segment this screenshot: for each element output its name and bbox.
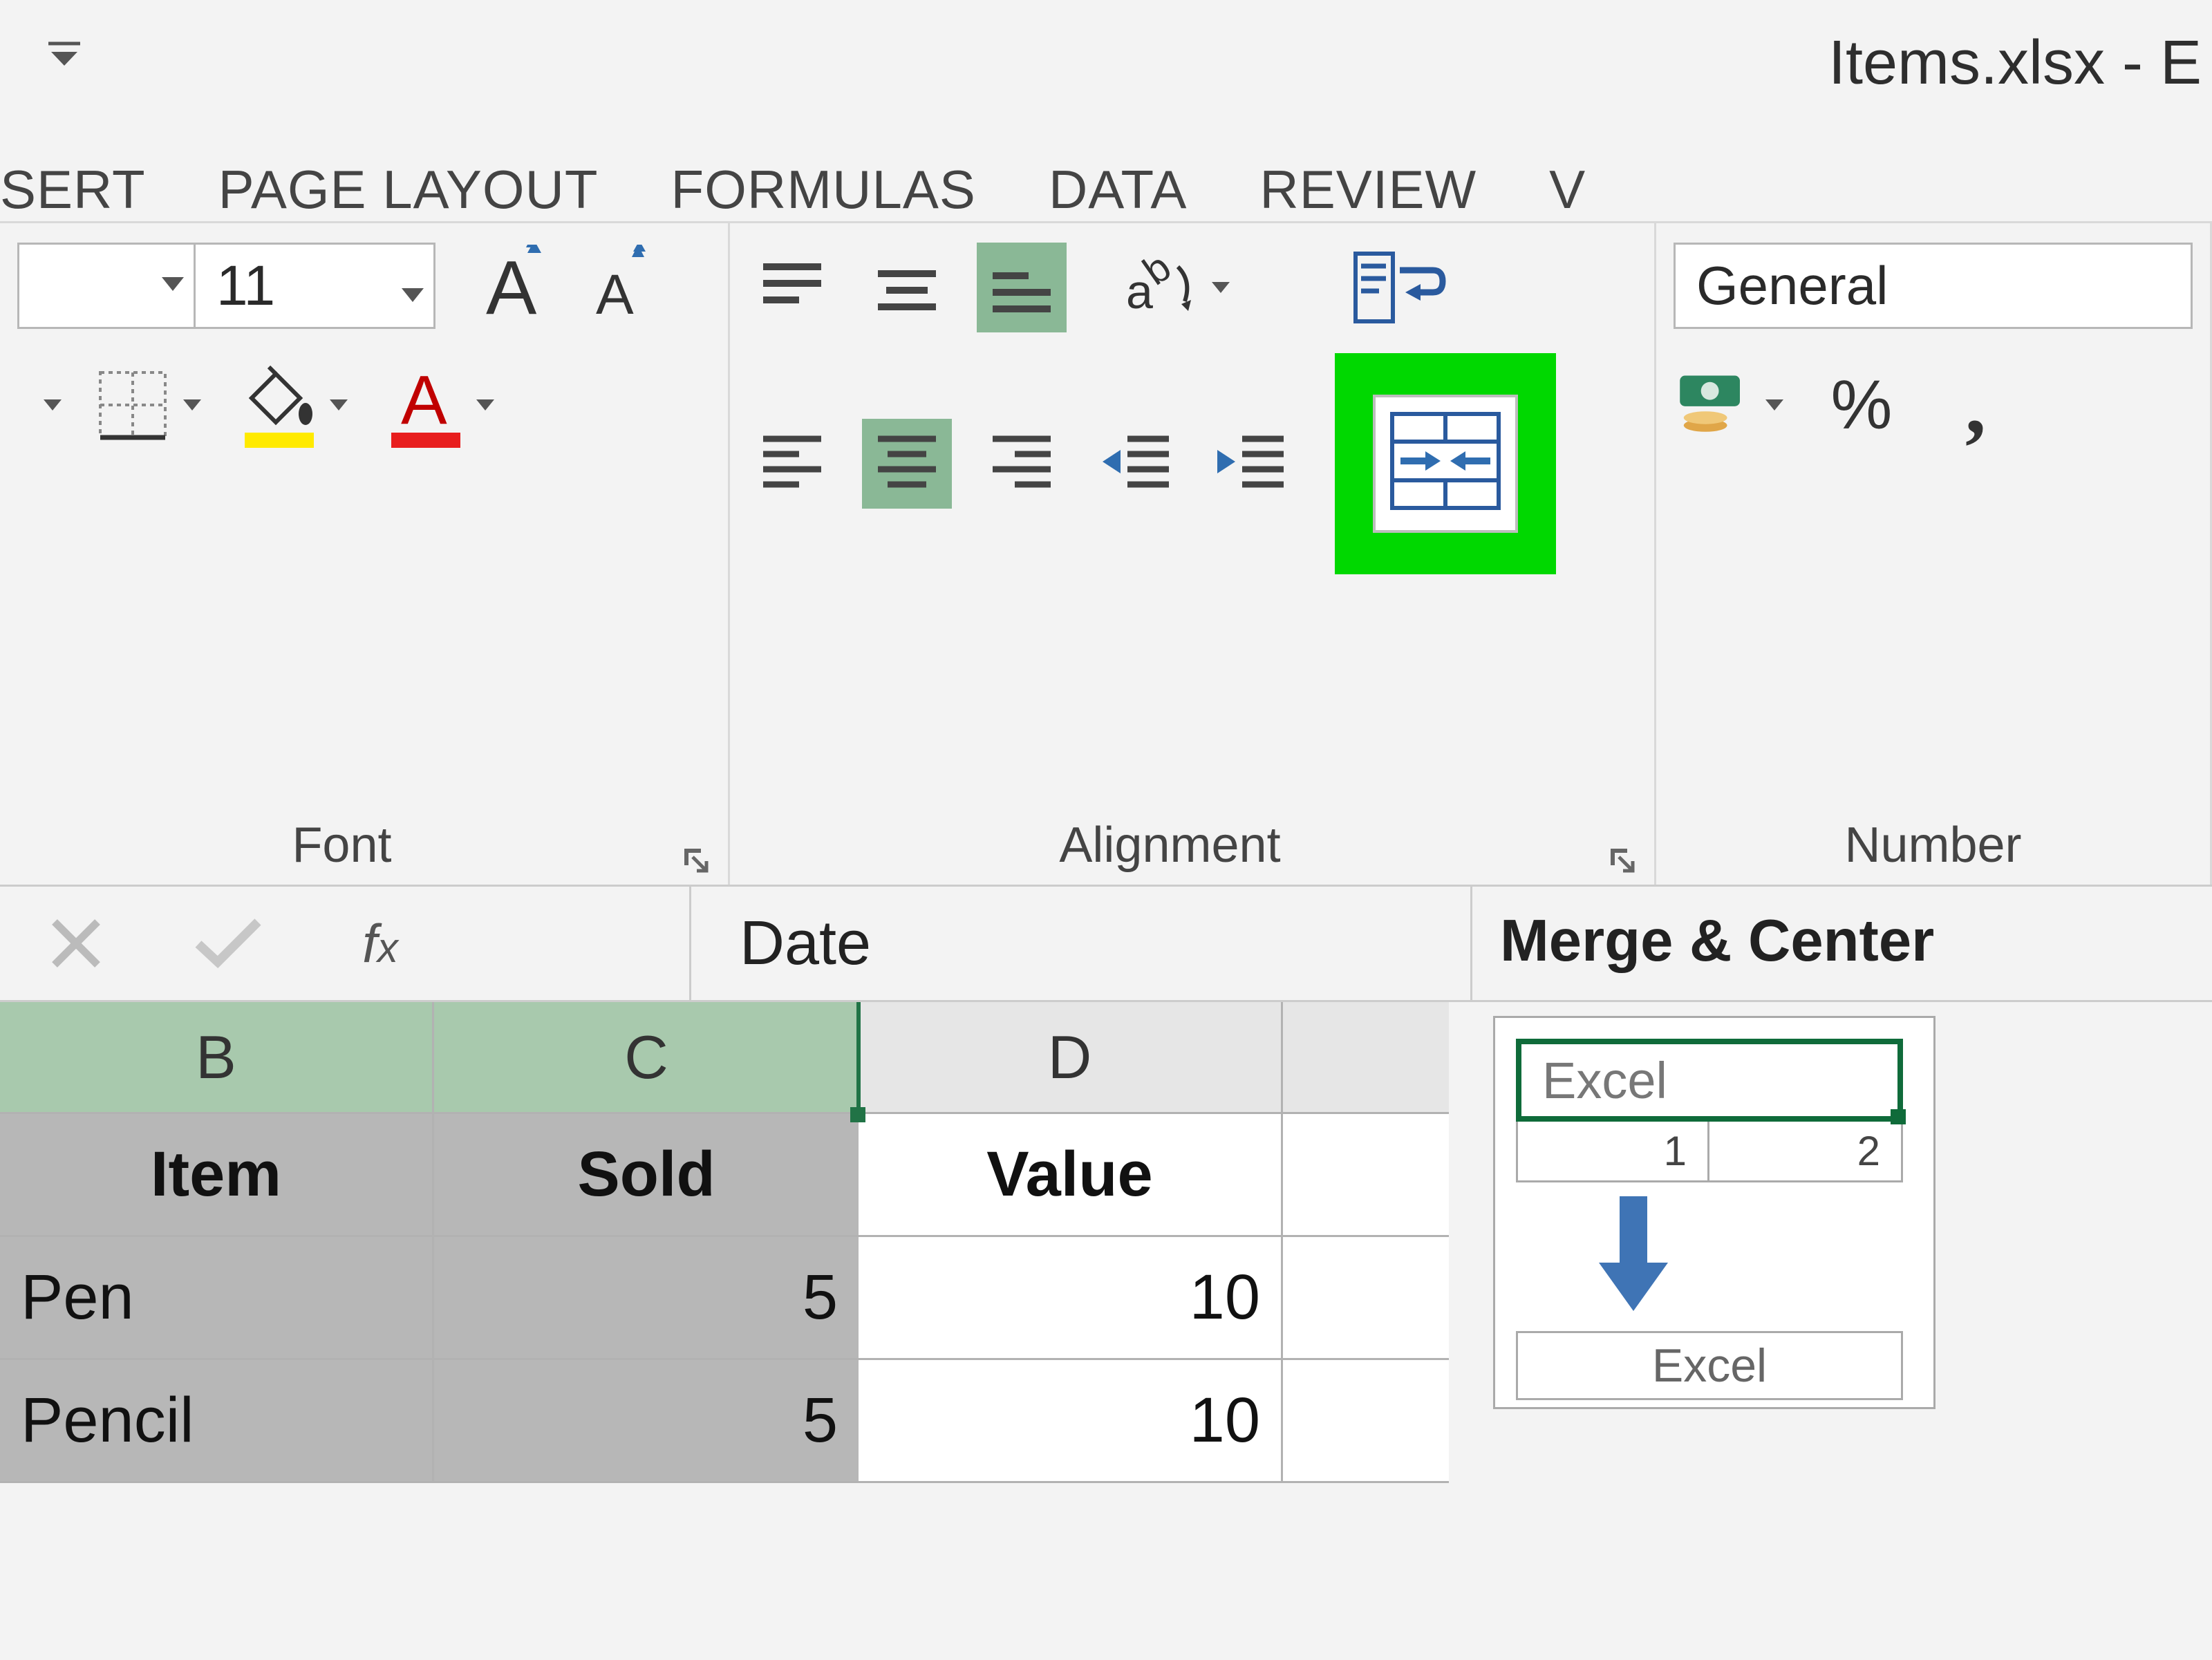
align-center-button[interactable]	[862, 419, 952, 509]
wrap-text-button[interactable]	[1346, 246, 1453, 329]
down-arrow-icon	[1592, 1196, 1913, 1317]
align-right-button[interactable]	[977, 419, 1067, 509]
ribbon-group-font: 11 A A	[0, 223, 730, 885]
cell-e2[interactable]	[1283, 1237, 1449, 1360]
ribbon-group-number: General %	[1656, 223, 2212, 885]
merge-center-button[interactable]	[1335, 353, 1556, 574]
tooltip-subcell-1: 1	[1516, 1122, 1709, 1182]
chevron-down-icon	[400, 254, 425, 319]
tooltip-result-cell: Excel	[1516, 1331, 1903, 1400]
merge-center-icon	[1373, 395, 1518, 533]
quick-access-customize[interactable]	[44, 39, 84, 72]
svg-text:A: A	[596, 263, 634, 326]
font-name-combo[interactable]	[17, 243, 194, 329]
cell-c3[interactable]: 5	[434, 1360, 859, 1483]
cell-c1[interactable]: Sold	[434, 1114, 859, 1237]
decrease-indent-button[interactable]	[1091, 419, 1181, 509]
cell-b3[interactable]: Pencil	[0, 1360, 434, 1483]
number-format-value: General	[1696, 254, 1888, 317]
top-align-button[interactable]	[747, 243, 837, 332]
cancel-edit-button[interactable]	[0, 887, 152, 1000]
formula-bar-value: Date	[740, 908, 871, 979]
svg-text:A: A	[486, 245, 537, 328]
accounting-format-split-button[interactable]	[1674, 357, 1792, 453]
borders-split-button[interactable]	[91, 357, 210, 453]
tab-insert[interactable]: SERT	[0, 158, 146, 221]
window-title: Items.xlsx - E	[1828, 28, 2202, 99]
ribbon-group-alignment: a b	[730, 223, 1656, 885]
ribbon-group-font-label: Font	[17, 817, 666, 874]
cell-e3[interactable]	[1283, 1360, 1449, 1483]
formula-bar-input[interactable]: Date	[691, 887, 1472, 1000]
cell-d3[interactable]: 10	[859, 1360, 1283, 1483]
confirm-edit-button[interactable]	[152, 887, 304, 1000]
ribbon-group-alignment-label: Alignment	[747, 817, 1593, 874]
col-header-c[interactable]: C	[434, 1002, 859, 1114]
font-dialog-launcher[interactable]	[680, 830, 711, 860]
increase-indent-button[interactable]	[1206, 419, 1296, 509]
orientation-split-button[interactable]: a b	[1119, 246, 1231, 329]
tooltip-body: Excel 1 2 Excel	[1452, 1002, 1977, 1483]
decrease-font-size-button[interactable]: A	[574, 245, 657, 328]
cell-d2[interactable]: 10	[859, 1237, 1283, 1360]
cell-b1[interactable]: Item	[0, 1114, 434, 1237]
spreadsheet-grid[interactable]: B C D Item Sold Value Pen 5 10 Pencil 5 …	[0, 1002, 1452, 1483]
align-left-button[interactable]	[747, 419, 837, 509]
fill-color-split-button[interactable]	[238, 357, 357, 453]
font-size-value: 11	[216, 254, 275, 319]
comma-icon: ,	[1965, 357, 1986, 453]
tab-formulas[interactable]: FORMULAS	[671, 158, 976, 221]
tab-page-layout[interactable]: PAGE LAYOUT	[218, 158, 599, 221]
fx-icon: fx	[362, 912, 398, 975]
increase-font-size-button[interactable]: A	[470, 245, 553, 328]
bottom-border-split-button[interactable]	[0, 357, 71, 453]
percent-icon: %	[1831, 366, 1893, 445]
cell-e1[interactable]	[1283, 1114, 1449, 1237]
insert-function-button[interactable]: fx	[304, 887, 456, 1000]
middle-align-button[interactable]	[862, 243, 952, 332]
bottom-align-button[interactable]	[977, 243, 1067, 332]
tooltip-panel: Merge & Center	[1472, 887, 2212, 1000]
svg-text:A: A	[401, 361, 447, 439]
chevron-down-icon	[160, 274, 185, 297]
font-size-combo[interactable]: 11	[194, 243, 435, 329]
col-header-d[interactable]: D	[859, 1002, 1283, 1114]
cell-b2[interactable]: Pen	[0, 1237, 434, 1360]
font-color-split-button[interactable]: A	[384, 357, 503, 453]
percent-style-button[interactable]: %	[1817, 360, 1906, 450]
col-header-e[interactable]	[1283, 1002, 1449, 1114]
cell-d1[interactable]: Value	[859, 1114, 1283, 1237]
tooltip-title: Merge & Center	[1500, 907, 2184, 975]
alignment-dialog-launcher[interactable]	[1606, 830, 1637, 860]
ribbon-group-number-label: Number	[1674, 817, 2193, 874]
col-header-b[interactable]: B	[0, 1002, 434, 1114]
cell-c2[interactable]: 5	[434, 1237, 859, 1360]
tooltip-merged-cell: Excel	[1516, 1039, 1903, 1122]
tab-view[interactable]: V	[1549, 158, 1586, 221]
comma-style-button[interactable]: ,	[1931, 360, 2021, 450]
tab-review[interactable]: REVIEW	[1259, 158, 1477, 221]
number-format-combo[interactable]: General	[1674, 243, 2193, 329]
tab-data[interactable]: DATA	[1049, 158, 1187, 221]
tooltip-subcell-2: 2	[1709, 1122, 1903, 1182]
